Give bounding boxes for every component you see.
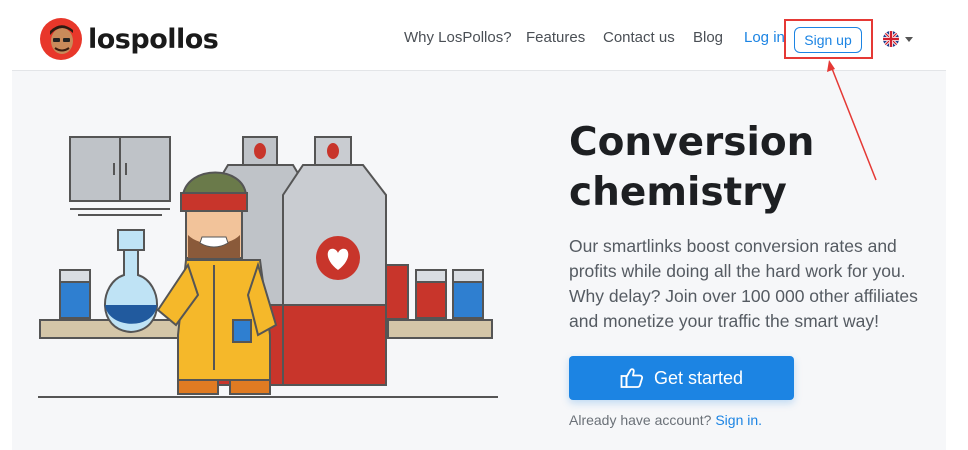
nav-blog[interactable]: Blog: [693, 29, 723, 46]
language-selector[interactable]: [883, 31, 913, 47]
site-header: lospollos Why LosPollos? Features Contac…: [0, 0, 968, 72]
hero-text-line4: and monetize your traffic the smart way!: [569, 311, 879, 331]
login-link[interactable]: Log in: [744, 29, 785, 46]
already-account-text: Already have account?: [569, 412, 712, 428]
annotation-highlight-box: [784, 19, 873, 59]
brand-name: lospollos: [88, 23, 219, 55]
hero-text-line1: Our smartlinks boost conversion rates an…: [569, 236, 897, 256]
chemistry-lab-illustration: [38, 136, 498, 398]
hero-description: Our smartlinks boost conversion rates an…: [569, 234, 929, 334]
hero-title: Conversion chemistry: [569, 118, 814, 218]
get-started-button[interactable]: Get started: [569, 356, 794, 400]
nav-features[interactable]: Features: [526, 29, 585, 46]
logo-face-icon: [40, 18, 82, 60]
chevron-down-icon: [905, 36, 913, 42]
brand-logo[interactable]: lospollos: [40, 18, 219, 60]
nav-why-lospollos[interactable]: Why LosPollos?: [404, 29, 512, 46]
nav-contact-us[interactable]: Contact us: [603, 29, 675, 46]
signin-prompt: Already have account? Sign in.: [569, 412, 762, 428]
hero-title-line2: chemistry: [569, 170, 787, 215]
signin-link[interactable]: Sign in.: [715, 412, 762, 428]
thumbs-up-icon: [620, 368, 643, 388]
hero-title-line1: Conversion: [569, 120, 815, 165]
hero-text-line3: Why delay? Join over 100 000 other affil…: [569, 286, 918, 306]
hero-text-line2: profits while doing all the hard work fo…: [569, 261, 906, 281]
get-started-label: Get started: [653, 367, 744, 388]
uk-flag-icon: [883, 31, 899, 47]
